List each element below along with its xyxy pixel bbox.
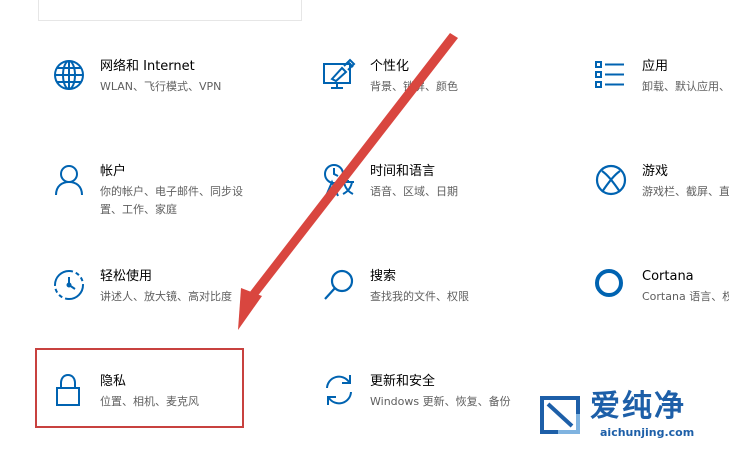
privacy-highlight-box	[35, 348, 244, 428]
refresh-icon	[322, 373, 356, 407]
cortana-icon	[594, 268, 628, 302]
tile-title: 搜索	[370, 269, 397, 284]
tile-update-security[interactable]: 更新和安全 Windows 更新、恢复、备份	[322, 373, 542, 453]
search-icon	[322, 268, 356, 302]
tile-description: Cortana 语言、权	[642, 290, 729, 303]
tile-description: 游戏栏、截屏、直	[642, 185, 729, 198]
tile-description: 背景、锁屏、颜色	[370, 80, 458, 93]
ease-of-access-icon	[52, 268, 86, 302]
tile-cortana[interactable]: Cortana Cortana 语言、权	[594, 268, 729, 348]
watermark-brand: 爱纯净	[590, 389, 686, 424]
tile-personalization[interactable]: 个性化 背景、锁屏、颜色	[322, 58, 542, 138]
tile-description: 查找我的文件、权限	[370, 290, 469, 303]
person-icon	[52, 163, 86, 197]
tile-description: Windows 更新、恢复、备份	[370, 395, 511, 408]
tile-title: 个性化	[370, 59, 410, 74]
personalization-icon	[322, 58, 356, 92]
apps-list-icon	[594, 58, 628, 92]
tile-description: 语音、区域、日期	[370, 185, 458, 198]
tile-title: 帐户	[100, 164, 127, 179]
tile-description: WLAN、飞行模式、VPN	[100, 80, 222, 93]
tile-description: 卸载、默认应用、可	[642, 80, 729, 93]
tile-time-language[interactable]: 时间和语言 语音、区域、日期	[322, 163, 542, 243]
tile-network[interactable]: 网络和 Internet WLAN、飞行模式、VPN	[52, 58, 272, 138]
tile-title: 游戏	[642, 164, 669, 179]
tile-title: 应用	[642, 59, 669, 74]
tile-description: 讲述人、放大镜、高对比度	[100, 290, 232, 303]
tile-title: 网络和 Internet	[100, 59, 195, 74]
globe-icon	[52, 58, 86, 92]
tile-search[interactable]: 搜索 查找我的文件、权限	[322, 268, 542, 348]
tile-description: 你的帐户、电子邮件、同步设 置、工作、家庭	[100, 185, 243, 216]
tile-accounts[interactable]: 帐户 你的帐户、电子邮件、同步设 置、工作、家庭	[52, 163, 292, 243]
watermark-url: aichunjing.com	[600, 426, 695, 439]
top-tile-box	[38, 0, 302, 21]
tile-ease-of-access[interactable]: 轻松使用 讲述人、放大镜、高对比度	[52, 268, 272, 348]
xbox-icon	[594, 163, 628, 197]
tile-title: Cortana	[642, 269, 694, 284]
tile-apps[interactable]: 应用 卸载、默认应用、可	[594, 58, 729, 138]
tile-title: 轻松使用	[100, 269, 153, 284]
watermark: 爱纯净 aichunjing.com	[538, 389, 726, 444]
tile-title: 时间和语言	[370, 164, 436, 179]
tile-gaming[interactable]: 游戏 游戏栏、截屏、直	[594, 163, 729, 243]
brand-logo-icon	[540, 396, 580, 434]
tile-title: 更新和安全	[370, 374, 436, 389]
time-language-icon	[322, 163, 356, 197]
